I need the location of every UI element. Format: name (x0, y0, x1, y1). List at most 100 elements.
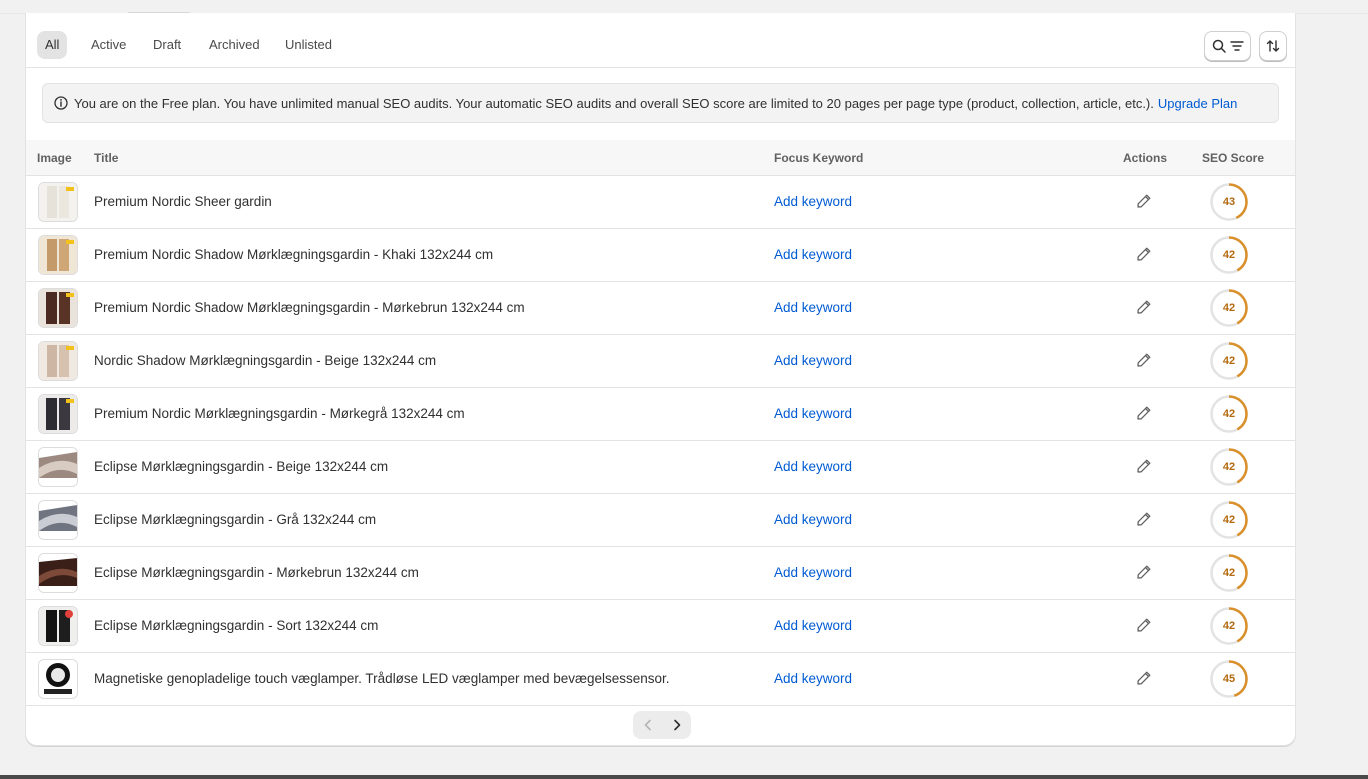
add-keyword-link[interactable]: Add keyword (774, 282, 852, 334)
product-thumbnail (38, 394, 78, 434)
tab-draft[interactable]: Draft (145, 31, 189, 59)
header-image: Image (37, 151, 72, 165)
edit-pencil-icon[interactable] (1135, 245, 1153, 263)
table-row[interactable]: Eclipse Mørklægningsgardin - Grå 132x244… (26, 494, 1295, 547)
add-keyword-link[interactable]: Add keyword (774, 441, 852, 493)
seo-score-value: 42 (1222, 408, 1236, 420)
table-row[interactable]: Premium Nordic Shadow Mørklægningsgardin… (26, 282, 1295, 335)
seo-score-badge: 42 (1208, 393, 1250, 435)
seo-score-value: 43 (1222, 196, 1236, 208)
seo-score-badge: 42 (1208, 446, 1250, 488)
table-row[interactable]: Premium Nordic Mørklægningsgardin - Mørk… (26, 388, 1295, 441)
next-page-button[interactable] (662, 711, 691, 739)
seo-score-badge: 42 (1208, 340, 1250, 382)
product-table-body: Premium Nordic Sheer gardin Add keyword 43… (26, 176, 1295, 706)
seo-score-badge: 42 (1208, 552, 1250, 594)
product-thumbnail (38, 447, 78, 487)
product-title: Premium Nordic Shadow Mørklægningsgardin… (94, 300, 525, 315)
seo-score-value: 42 (1222, 620, 1236, 632)
edit-pencil-icon[interactable] (1135, 351, 1153, 369)
header-focus-keyword: Focus Keyword (774, 151, 864, 165)
seo-score-value: 42 (1222, 514, 1236, 526)
table-row[interactable]: Eclipse Mørklægningsgardin - Sort 132x24… (26, 600, 1295, 653)
add-keyword-link[interactable]: Add keyword (774, 335, 852, 387)
table-row[interactable]: Eclipse Mørklægningsgardin - Mørkebrun 1… (26, 547, 1295, 600)
seo-score-value: 42 (1222, 567, 1236, 579)
seo-score-badge: 42 (1208, 605, 1250, 647)
add-keyword-link[interactable]: Add keyword (774, 547, 852, 599)
product-thumbnail (38, 500, 78, 540)
seo-score-value: 42 (1222, 355, 1236, 367)
sort-button[interactable] (1259, 31, 1287, 61)
edit-pencil-icon[interactable] (1135, 616, 1153, 634)
info-icon (54, 96, 68, 110)
product-thumbnail (38, 606, 78, 646)
product-title: Eclipse Mørklægningsgardin - Grå 132x244… (94, 512, 377, 527)
add-keyword-link[interactable]: Add keyword (774, 653, 852, 705)
product-thumbnail (38, 659, 78, 699)
seo-score-value: 42 (1222, 461, 1236, 473)
pagination (633, 711, 691, 739)
product-thumbnail (38, 235, 78, 275)
top-strip (0, 0, 1368, 14)
header-actions: Actions (1123, 151, 1168, 165)
products-card: All Active Draft Archived Unlisted You a… (25, 13, 1296, 746)
seo-score-value: 42 (1222, 249, 1236, 261)
bottom-edge (0, 775, 1368, 779)
product-thumbnail (38, 341, 78, 381)
upgrade-plan-link[interactable]: Upgrade Plan (1158, 96, 1238, 111)
filter-icon (1229, 41, 1244, 51)
hidden-tab-stub (128, 0, 190, 13)
product-title: Eclipse Mørklægningsgardin - Sort 132x24… (94, 618, 379, 633)
seo-score-badge: 42 (1208, 499, 1250, 541)
product-thumbnail (38, 553, 78, 593)
table-row[interactable]: Eclipse Mørklægningsgardin - Beige 132x2… (26, 441, 1295, 494)
tab-archived[interactable]: Archived (201, 31, 268, 59)
table-header: Image Title Focus Keyword Actions SEO Sc… (26, 140, 1295, 176)
product-thumbnail (38, 288, 78, 328)
filter-tabs: All Active Draft Archived Unlisted (26, 21, 1295, 68)
seo-score-value: 45 (1222, 673, 1236, 685)
add-keyword-link[interactable]: Add keyword (774, 388, 852, 440)
seo-score-value: 42 (1222, 302, 1236, 314)
add-keyword-link[interactable]: Add keyword (774, 176, 852, 228)
product-title: Premium Nordic Mørklægningsgardin - Mørk… (94, 406, 465, 421)
add-keyword-link[interactable]: Add keyword (774, 494, 852, 546)
seo-score-badge: 42 (1208, 287, 1250, 329)
tab-active[interactable]: Active (83, 31, 134, 59)
edit-pencil-icon[interactable] (1135, 192, 1153, 210)
seo-score-badge: 42 (1208, 234, 1250, 276)
product-title: Magnetiske genopladelige touch væglamper… (94, 671, 670, 686)
edit-pencil-icon[interactable] (1135, 404, 1153, 422)
edit-pencil-icon[interactable] (1135, 510, 1153, 528)
chevron-right-icon (673, 719, 680, 731)
prev-page-button[interactable] (633, 711, 662, 739)
plan-banner: You are on the Free plan. You have unlim… (42, 83, 1279, 123)
tab-unlisted[interactable]: Unlisted (277, 31, 340, 59)
edit-pencil-icon[interactable] (1135, 298, 1153, 316)
product-title: Eclipse Mørklægningsgardin - Mørkebrun 1… (94, 565, 419, 580)
table-row[interactable]: Premium Nordic Sheer gardin Add keyword 43 (26, 176, 1295, 229)
tab-all[interactable]: All (37, 31, 68, 59)
table-row[interactable]: Nordic Shadow Mørklægningsgardin - Beige… (26, 335, 1295, 388)
edit-pencil-icon[interactable] (1135, 669, 1153, 687)
table-row[interactable]: Magnetiske genopladelige touch væglamper… (26, 653, 1295, 706)
seo-score-badge: 45 (1208, 658, 1250, 700)
product-title: Nordic Shadow Mørklægningsgardin - Beige… (94, 353, 437, 368)
add-keyword-link[interactable]: Add keyword (774, 600, 852, 652)
product-title: Premium Nordic Shadow Mørklægningsgardin… (94, 247, 494, 262)
search-filter-button[interactable] (1204, 31, 1251, 61)
seo-score-badge: 43 (1208, 181, 1250, 223)
product-title: Eclipse Mørklægningsgardin - Beige 132x2… (94, 459, 389, 474)
product-thumbnail (38, 182, 78, 222)
table-row[interactable]: Premium Nordic Shadow Mørklægningsgardin… (26, 229, 1295, 282)
product-title: Premium Nordic Sheer gardin (94, 194, 272, 209)
search-icon (1212, 39, 1226, 53)
edit-pencil-icon[interactable] (1135, 563, 1153, 581)
add-keyword-link[interactable]: Add keyword (774, 229, 852, 281)
header-title: Title (94, 151, 119, 165)
banner-text: You are on the Free plan. You have unlim… (74, 95, 1154, 111)
header-seo-score: SEO Score (1202, 151, 1265, 165)
sort-icon (1266, 40, 1280, 52)
edit-pencil-icon[interactable] (1135, 457, 1153, 475)
